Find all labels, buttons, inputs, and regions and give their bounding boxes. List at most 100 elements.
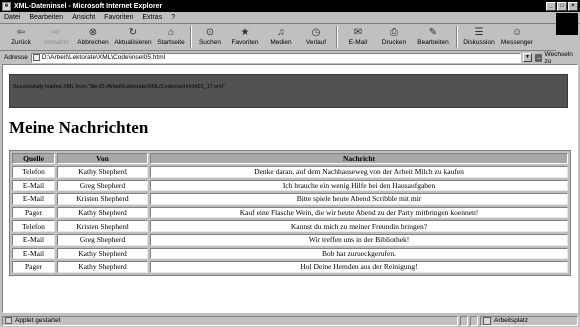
- cell-nachricht: Ich brauche ein wenig Hilfe bei den Haus…: [150, 179, 568, 192]
- cell-quelle: E-Mail: [12, 179, 55, 192]
- title-bar: e XML-Dateninsel - Microsoft Internet Ex…: [0, 0, 580, 12]
- go-arrow-icon: →: [534, 53, 543, 62]
- address-bar: Adresse D:\Arbeit\Lektorate\XML\Code\ins…: [0, 50, 580, 65]
- address-input[interactable]: D:\Arbeit\Lektorate\XML\Code\insel05.htm…: [30, 52, 522, 63]
- cell-von: Kathy Shepherd: [57, 247, 148, 260]
- menu-datei[interactable]: Datei: [4, 14, 20, 21]
- messenger-icon: ☺: [511, 26, 523, 38]
- cell-von: Greg Shepherd: [57, 233, 148, 246]
- maximize-button[interactable]: □: [557, 1, 567, 11]
- refresh-button[interactable]: ↻ Aktualisieren: [112, 25, 154, 50]
- messenger-button[interactable]: ☺ Messenger: [498, 25, 536, 50]
- table-row: E-Mail Greg Shepherd Ich brauche ein wen…: [12, 179, 568, 192]
- cell-quelle: E-Mail: [12, 193, 55, 205]
- toolbar: ⇦ Zurück ⇨ Vorwärts ⊗ Abbrechen ↻ Aktual…: [0, 25, 556, 51]
- back-button[interactable]: ⇦ Zurück: [4, 25, 38, 50]
- mail-button[interactable]: ✉ E-Mail: [340, 25, 376, 50]
- status-panel-empty: [460, 315, 468, 326]
- discussion-button[interactable]: ☰ Diskussion: [460, 25, 498, 50]
- cell-nachricht: Denke daran, auf dem Nachhauseweg von de…: [150, 166, 568, 178]
- cell-nachricht: Bitte spiele heute Abend Scribble mit mi…: [150, 193, 568, 205]
- menu-bearbeiten[interactable]: Bearbeiten: [29, 14, 63, 21]
- page-viewport[interactable]: Successfully loaded XML from "file:/D:/A…: [2, 64, 578, 313]
- discussion-icon: ☰: [474, 26, 484, 38]
- column-header-quelle: Quelle: [12, 153, 55, 164]
- zone-panel: Arbeitsplatz: [480, 315, 578, 326]
- home-button[interactable]: ⌂ Startseite: [154, 25, 188, 50]
- edit-icon: ✎: [428, 26, 438, 38]
- cell-quelle: Pager: [12, 261, 55, 273]
- cell-von: Kathy Shepherd: [57, 166, 148, 178]
- cell-quelle: Pager: [12, 206, 55, 219]
- favorites-icon: ★: [240, 26, 250, 38]
- search-button[interactable]: ⊙ Suchen: [194, 25, 226, 50]
- print-button[interactable]: ⎙ Drucken: [376, 25, 412, 50]
- table-row: E-Mail Kristen Shepherd Bitte spiele heu…: [12, 193, 568, 205]
- menu-favoriten[interactable]: Favoriten: [104, 14, 133, 21]
- computer-icon: [483, 316, 491, 325]
- cell-von: Kathy Shepherd: [57, 206, 148, 219]
- minimize-button[interactable]: _: [546, 1, 556, 11]
- close-button[interactable]: ×: [568, 1, 578, 11]
- page-icon: [32, 54, 40, 61]
- forward-button[interactable]: ⇨ Vorwärts: [38, 25, 74, 50]
- cell-quelle: E-Mail: [12, 233, 55, 246]
- stop-icon: ⊗: [88, 26, 98, 38]
- toolbar-separator: [190, 26, 192, 48]
- cell-nachricht: Bob hat zurueckgerufen.: [150, 247, 568, 260]
- mail-icon: ✉: [353, 26, 363, 38]
- print-icon: ⎙: [390, 26, 398, 38]
- cell-quelle: Telefon: [12, 166, 55, 178]
- address-value: D:\Arbeit\Lektorate\XML\Code\insel05.htm…: [41, 54, 166, 61]
- ie-logo-icon: e: [2, 1, 11, 11]
- cell-von: Kristen Shepherd: [57, 193, 148, 205]
- table-row: E-Mail Kathy Shepherd Bob hat zurueckger…: [12, 247, 568, 260]
- refresh-icon: ↻: [128, 26, 138, 38]
- table-row: Telefon Kristen Shepherd Kannst du mich …: [12, 220, 568, 232]
- address-label: Adresse: [4, 54, 28, 61]
- status-text: Applet gestartet: [15, 317, 61, 324]
- cell-quelle: E-Mail: [12, 247, 55, 260]
- go-button[interactable]: → Wechseln zu: [534, 50, 580, 65]
- toolbar-separator: [456, 26, 458, 48]
- table-row: E-Mail Greg Shepherd Wir treffen uns in …: [12, 233, 568, 246]
- edit-button[interactable]: ✎ Bearbeiten: [412, 25, 454, 50]
- cell-nachricht: Wir treffen uns in der Bibliothek!: [150, 233, 568, 246]
- status-panel-empty: [470, 315, 478, 326]
- column-header-von: Von: [57, 153, 148, 164]
- zone-text: Arbeitsplatz: [494, 317, 528, 324]
- toolbar-separator: [336, 26, 338, 48]
- cell-von: Kristen Shepherd: [57, 220, 148, 232]
- go-label: Wechseln zu: [544, 50, 573, 65]
- table-row: Pager Kathy Shepherd Hol Deine Hemden au…: [12, 261, 568, 273]
- history-icon: ◷: [311, 26, 321, 38]
- stop-button[interactable]: ⊗ Abbrechen: [74, 25, 112, 50]
- menu-help[interactable]: ?: [171, 14, 175, 21]
- cell-von: Kathy Shepherd: [57, 261, 148, 273]
- table-row: Telefon Kathy Shepherd Denke daran, auf …: [12, 166, 568, 178]
- applet-message: Successfully loaded XML from "file:/D:/A…: [13, 84, 225, 90]
- windows-logo-icon: [556, 13, 578, 35]
- applet-status-icon: [5, 317, 12, 324]
- messages-table: Quelle Von Nachricht Telefon Kathy Sheph…: [9, 150, 571, 276]
- column-header-nachricht: Nachricht: [150, 153, 568, 164]
- search-icon: ⊙: [205, 26, 215, 38]
- home-icon: ⌂: [167, 26, 175, 38]
- address-dropdown-button[interactable]: ▼: [523, 53, 532, 62]
- cell-nachricht: Kauf eine Flasche Wein, die wir heute Ab…: [150, 206, 568, 219]
- back-arrow-icon: ⇦: [16, 26, 26, 38]
- media-button[interactable]: ♫ Medien: [264, 25, 298, 50]
- forward-arrow-icon: ⇨: [51, 26, 61, 38]
- window-title: XML-Dateninsel - Microsoft Internet Expl…: [14, 2, 163, 10]
- table-row: Pager Kathy Shepherd Kauf eine Flasche W…: [12, 206, 568, 219]
- menu-bar: Datei Bearbeiten Ansicht Favoriten Extra…: [0, 12, 580, 35]
- cell-nachricht: Kannst du mich zu meiner Freundin bringe…: [150, 220, 568, 232]
- history-button[interactable]: ◷ Verlauf: [298, 25, 334, 50]
- menu-extras[interactable]: Extras: [142, 14, 162, 21]
- java-applet: Successfully loaded XML from "file:/D:/A…: [9, 74, 568, 108]
- page-title: Meine Nachrichten: [9, 118, 149, 137]
- favorites-button[interactable]: ★ Favoriten: [226, 25, 264, 50]
- cell-quelle: Telefon: [12, 220, 55, 232]
- menu-ansicht[interactable]: Ansicht: [72, 14, 95, 21]
- status-panel: Applet gestartet: [2, 315, 458, 326]
